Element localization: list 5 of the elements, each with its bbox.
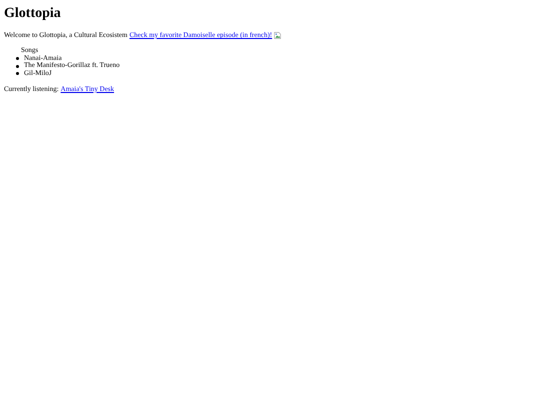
broken-image-icon [274,32,282,39]
bullet-icon [16,64,19,68]
page-title: Glottopia [4,6,62,22]
bullet-icon [16,72,19,76]
bullet-icon [16,57,19,60]
